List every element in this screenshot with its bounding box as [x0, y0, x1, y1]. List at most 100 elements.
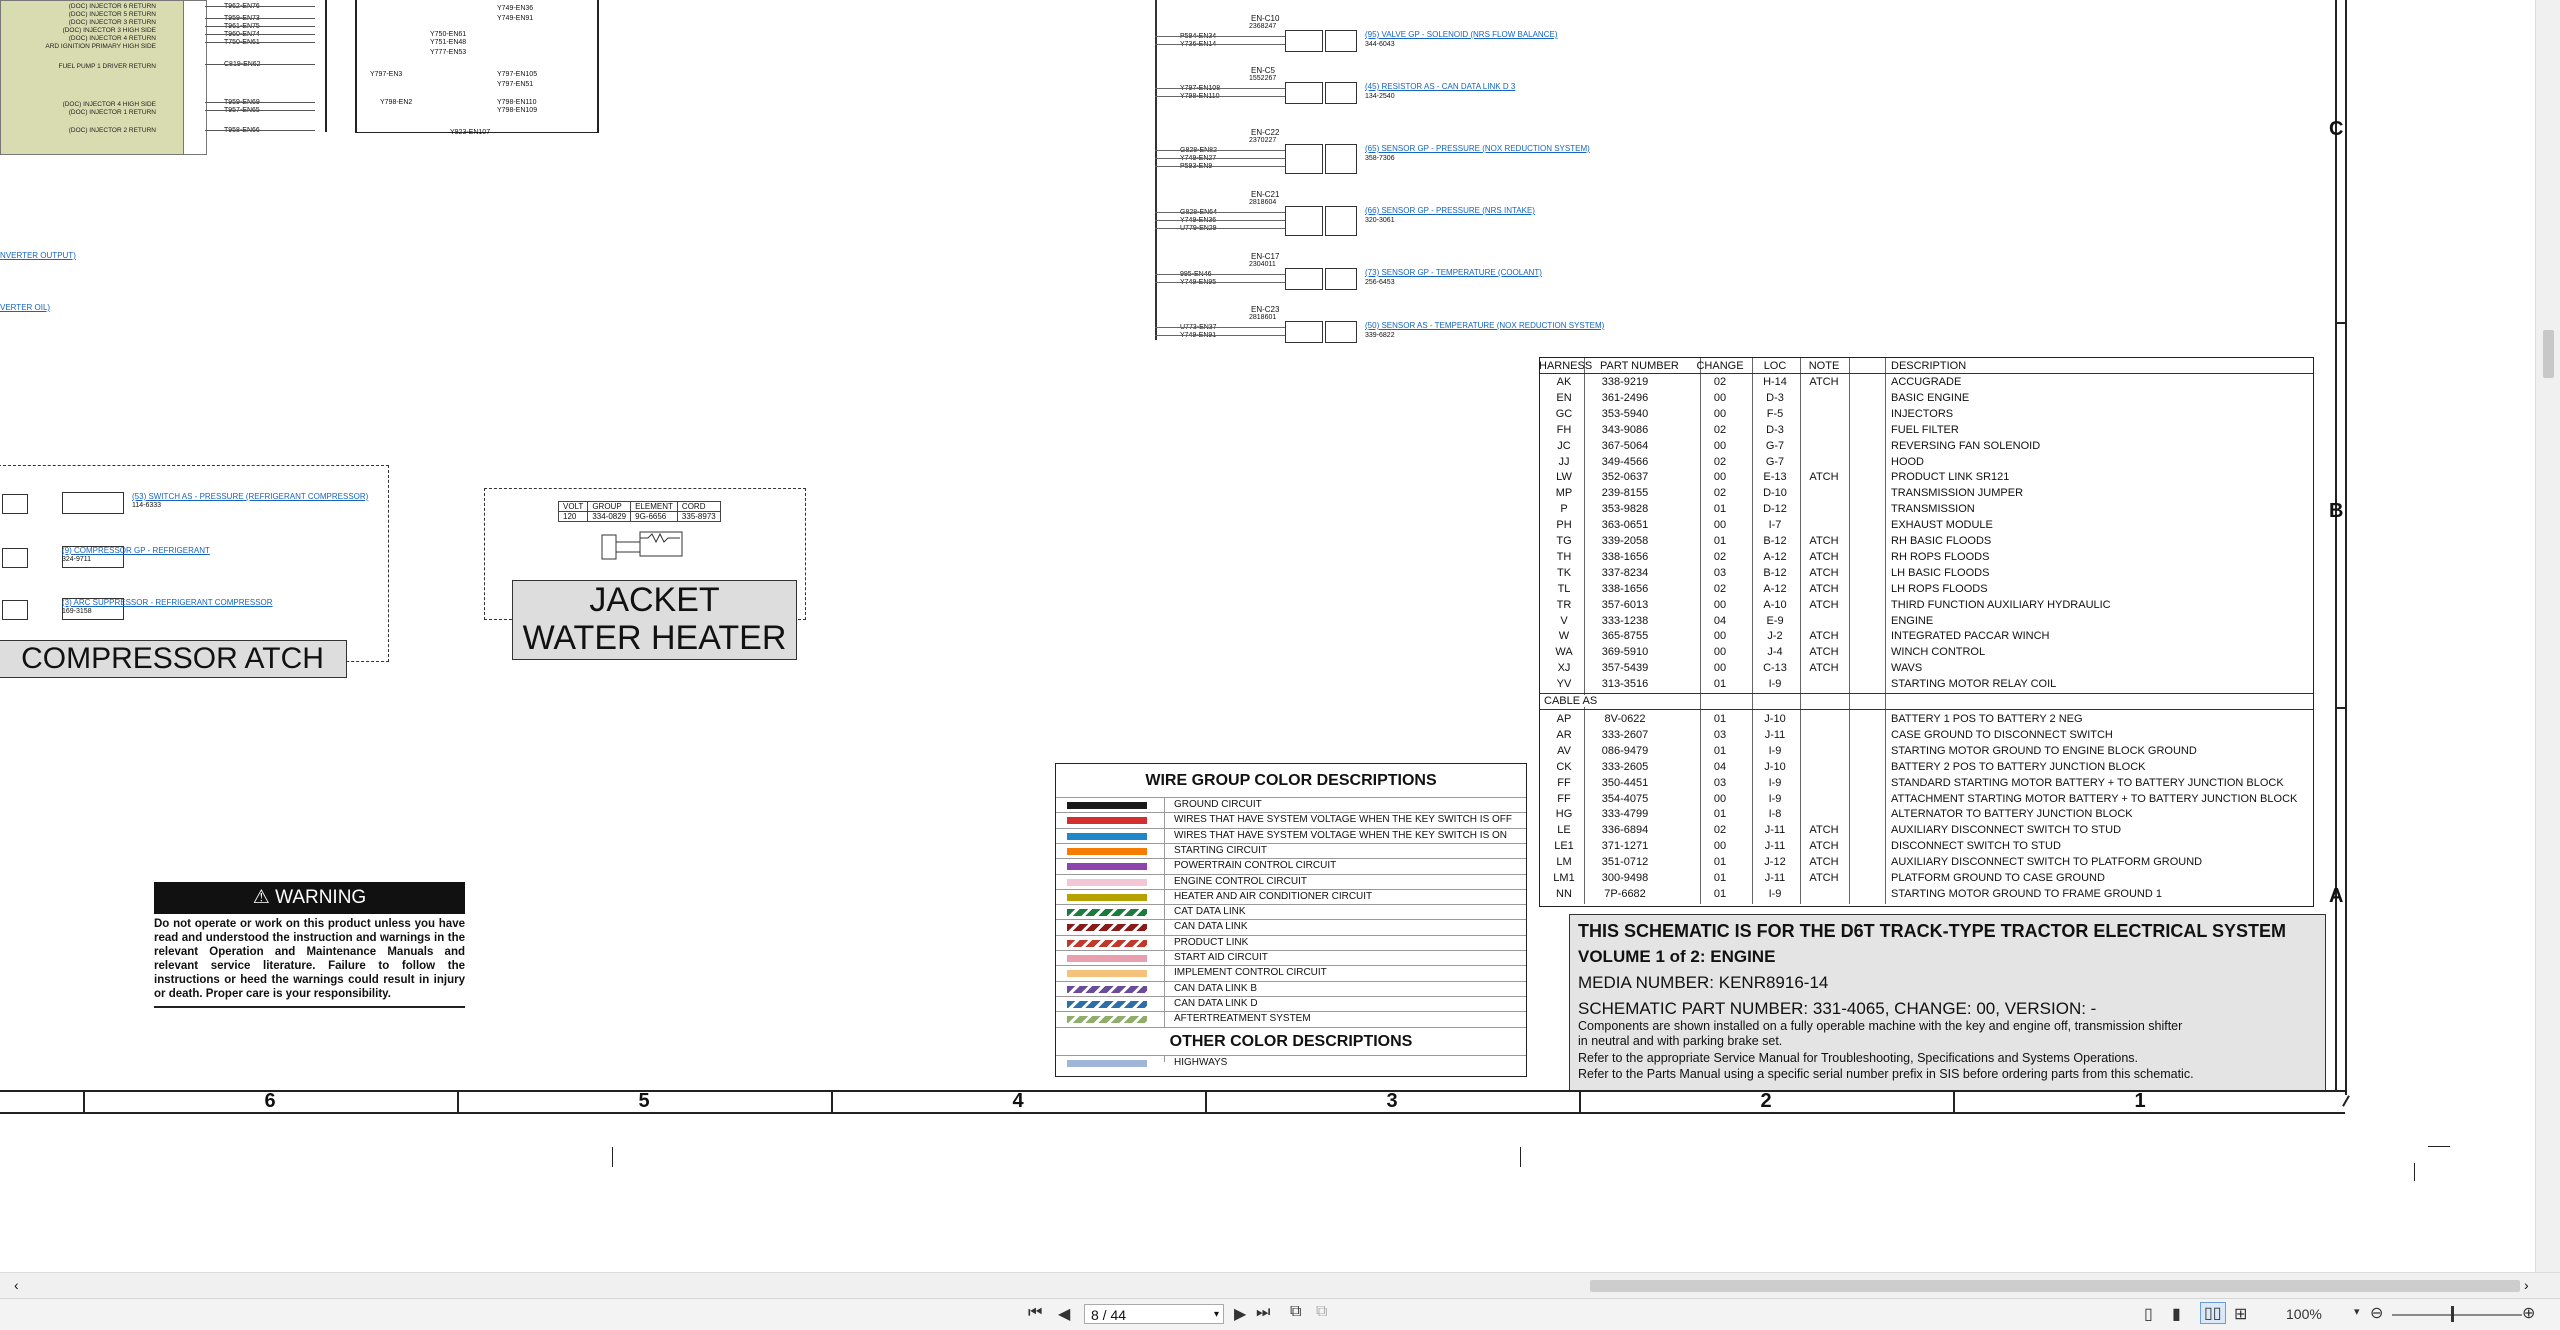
table-cell: 01 — [1713, 887, 1727, 900]
warning-body: Do not operate or work on this product u… — [154, 918, 465, 1000]
zoom-value[interactable]: 100% — [2286, 1306, 2322, 1322]
table-row: EN 361-2496 00 D-3 BASIC ENGINE — [1540, 390, 2313, 406]
table-row: TL 338-1656 02 A-12 ATCH LH ROPS FLOODS — [1540, 581, 2313, 597]
stop-icon[interactable]: ⧉ — [1290, 1303, 1301, 1321]
zoom-dropdown-icon[interactable]: ▾ — [2354, 1305, 2360, 1318]
other-color-row: HIGHWAYS — [1056, 1054, 1526, 1071]
table-cell: 03 — [1713, 566, 1727, 579]
ecm-wire-line — [205, 18, 315, 19]
table-cell: 333-2607 — [1601, 728, 1649, 741]
wire-color-row: ENGINE CONTROL CIRCUIT — [1056, 873, 1526, 890]
component-body — [1325, 321, 1357, 343]
frame-corner — [2342, 1095, 2350, 1107]
compressor-component — [62, 492, 124, 514]
table-cell: LH BASIC FLOODS — [1891, 566, 1990, 579]
vertical-scrollbar[interactable] — [2535, 0, 2560, 1272]
horizontal-scroll-thumb[interactable] — [1590, 1280, 2520, 1292]
table-row: LE 336-6894 02 J-11 ATCH AUXILIARY DISCONNECT… — [1540, 822, 2313, 838]
page-number-input[interactable]: 8 / 44 ▾ — [1084, 1304, 1224, 1324]
zoom-slider-thumb[interactable] — [2451, 1306, 2454, 1322]
connector-wire-line — [1155, 220, 1285, 221]
left-edge-link-1[interactable]: NVERTER OUTPUT) — [0, 251, 76, 260]
page-tick-4 — [2428, 1146, 2450, 1147]
connector-en-c21[interactable]: EN-C212818604G828-EN64Y749-EN36U779-EN29… — [1155, 190, 1675, 240]
connector-number: 2818604 — [1249, 199, 1277, 206]
connector-en-c10[interactable]: EN-C102368247P594-EN34Y736-EN14(95) VALV… — [1155, 14, 1675, 64]
connector-number: 1552267 — [1249, 75, 1277, 82]
harness-table: HARNESS PART NUMBER CHANGE LOC NOTE DESCRIPTI… — [1539, 357, 2314, 907]
document-viewport[interactable]: (DOC) INJECTOR 6 RETURN (DOC) INJECTOR 5 … — [0, 0, 2535, 1272]
table-cell: 02 — [1713, 376, 1727, 388]
other-colors-title: OTHER COLOR DESCRIPTIONS — [1056, 1026, 1526, 1056]
table-cell: LH ROPS FLOODS — [1891, 582, 1988, 595]
table-cell: WAVS — [1891, 662, 1923, 675]
continuous-view-icon[interactable]: ▮ — [2172, 1304, 2181, 1324]
connector-en-c5[interactable]: EN-C51552267Y797-EN108Y798-EN110(45) RES… — [1155, 66, 1675, 116]
table-row: P 353-9828 01 D-12 TRANSMISSION — [1540, 501, 2313, 517]
ecm-bus-line — [325, 0, 327, 132]
facing-view-icon[interactable]: ▯▯ — [2200, 1302, 2226, 1324]
table-cell: INJECTORS — [1891, 407, 1954, 420]
frame-right-line — [2345, 0, 2347, 1095]
color-swatch — [1067, 863, 1147, 871]
component-link[interactable]: (73) SENSOR GP - TEMPERATURE (COOLANT) — [1365, 268, 1542, 277]
component-link[interactable]: (95) VALVE GP - SOLENOID (NRS FLOW BALAN… — [1365, 30, 1558, 39]
table-cell: 350-4451 — [1601, 776, 1649, 789]
table-cell: ATTACHMENT STARTING MOTOR BATTERY + TO B… — [1891, 792, 2298, 805]
zoom-slider-track[interactable] — [2392, 1314, 2522, 1316]
ecm-pin-label: (DOC) INJECTOR 1 RETURN — [68, 109, 156, 116]
connector-en-c17[interactable]: EN-C172304011995-EN46Y749-EN95(73) SENSO… — [1155, 252, 1675, 302]
connector-body — [1285, 144, 1323, 174]
left-edge-link-2[interactable]: VERTER OIL) — [0, 303, 50, 312]
connector-wire-line — [1155, 327, 1285, 328]
prev-page-icon[interactable]: ◀ — [1058, 1304, 1070, 1324]
zoom-in-icon[interactable]: ⊕ — [2522, 1303, 2535, 1323]
first-page-icon[interactable]: ⏮ — [1028, 1304, 1042, 1322]
table-cell: 361-2496 — [1601, 391, 1649, 404]
compressor-link[interactable]: (9) COMPRESSOR GP - REFRIGERANT — [62, 546, 210, 555]
table-row: YV 313-3516 01 I-9 STARTING MOTOR RELAY COIL — [1540, 676, 2313, 692]
table-cell: BATTERY 1 POS TO BATTERY 2 NEG — [1891, 713, 2083, 725]
last-page-icon[interactable]: ⏭ — [1256, 1304, 1270, 1322]
wire-color-row: HEATER AND AIR CONDITIONER CIRCUIT — [1056, 888, 1526, 905]
mid-wire-label: Y797-EN51 — [497, 81, 534, 88]
next-page-icon[interactable]: ▶ — [1234, 1304, 1246, 1324]
compressor-link[interactable]: (3) ARC SUPPRESSOR - REFRIGERANT COMPRES… — [62, 598, 273, 607]
color-label: AFTERTREATMENT SYSTEM — [1174, 1013, 1311, 1025]
connector-en-c22[interactable]: EN-C222370227G828-EN82Y749-EN27P593-EN9(… — [1155, 128, 1675, 178]
component-link[interactable]: (50) SENSOR AS - TEMPERATURE (NOX REDUCT… — [1365, 321, 1604, 330]
table-cell: I-9 — [1768, 744, 1782, 757]
zoom-out-icon[interactable]: ⊖ — [2370, 1303, 2383, 1323]
grid-column-divider — [831, 1090, 833, 1114]
single-page-view-icon[interactable]: ▯ — [2144, 1304, 2153, 1324]
continuous-facing-view-icon[interactable]: ⊞ — [2234, 1304, 2247, 1324]
table-cell: GC — [1555, 407, 1573, 420]
table-cell: STARTING MOTOR GROUND TO ENGINE BLOCK GR… — [1891, 744, 2197, 757]
copy-icon[interactable]: ⧉ — [1316, 1303, 1327, 1321]
table-cell: PRODUCT LINK SR121 — [1891, 471, 2010, 484]
table-cell: 338-9219 — [1601, 376, 1649, 388]
table-cell: D-10 — [1763, 487, 1787, 500]
grid-column-divider — [1205, 1090, 1207, 1114]
table-cell: I-8 — [1768, 808, 1782, 821]
vertical-scroll-thumb[interactable] — [2543, 330, 2554, 378]
color-label: HIGHWAYS — [1174, 1056, 1228, 1068]
compressor-link[interactable]: (53) SWITCH AS - PRESSURE (REFRIGERANT C… — [132, 492, 368, 501]
component-link[interactable]: (45) RESISTOR AS - CAN DATA LINK D 3 — [1365, 82, 1515, 91]
scroll-left-icon[interactable]: ‹ — [14, 1277, 19, 1293]
page-dropdown-icon[interactable]: ▾ — [1214, 1305, 1219, 1325]
table-cell: 01 — [1713, 503, 1727, 516]
wire-color-row: CAT DATA LINK — [1056, 904, 1526, 920]
component-link[interactable]: (66) SENSOR GP - PRESSURE (NRS INTAKE) — [1365, 206, 1535, 215]
table-cell: 8V-0622 — [1604, 713, 1646, 725]
table-cell: RH BASIC FLOODS — [1891, 535, 1992, 547]
warning-underline — [154, 1006, 465, 1008]
table-cell: YV — [1556, 678, 1572, 691]
connector-en-c23[interactable]: EN-C232818601U773-EN37Y749-EN91(50) SENS… — [1155, 305, 1675, 355]
horizontal-scrollbar[interactable]: ‹ › — [0, 1272, 2560, 1299]
table-cell: 7P-6682 — [1604, 887, 1646, 900]
connector-wire-line — [1155, 212, 1285, 213]
scroll-right-icon[interactable]: › — [2524, 1277, 2529, 1293]
table-cell: ATCH — [1809, 840, 1839, 853]
component-link[interactable]: (65) SENSOR GP - PRESSURE (NOX REDUCTION… — [1365, 144, 1590, 153]
